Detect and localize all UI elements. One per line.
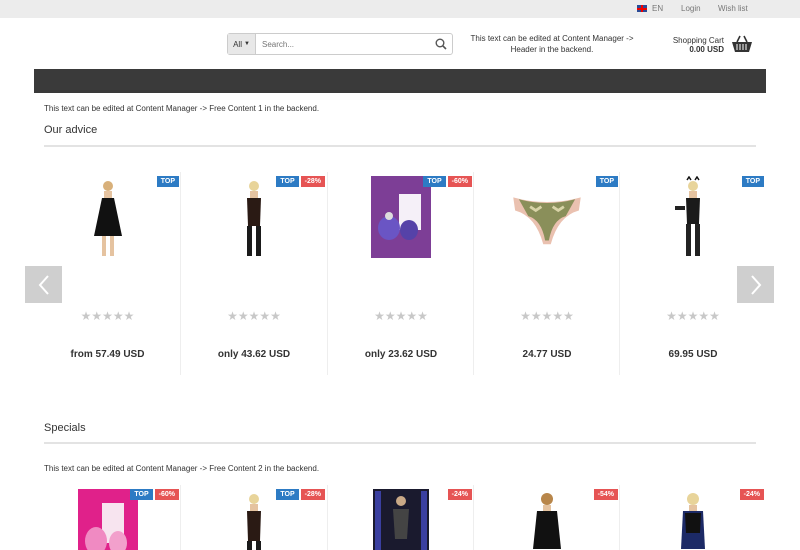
top-badge: TOP: [423, 176, 446, 187]
badge-group: TOP -28%: [276, 176, 325, 187]
discount-badge: -60%: [447, 176, 472, 187]
discount-badge: -54%: [593, 489, 618, 500]
product-image[interactable]: [78, 176, 138, 258]
rating-stars: ★★★★★: [80, 309, 135, 323]
basket-icon[interactable]: [731, 35, 753, 53]
free-content-1: This text can be edited at Content Manag…: [44, 104, 320, 113]
product-card[interactable]: -24%: [619, 485, 766, 550]
search-bar: All ▼: [227, 33, 453, 55]
badge-group: TOP: [595, 176, 618, 187]
product-image[interactable]: [663, 489, 723, 550]
product-price: 24.77 USD: [522, 349, 572, 360]
product-price: only 43.62 USD: [217, 349, 291, 360]
badge-group: -24%: [447, 489, 472, 500]
product-card[interactable]: TOP -28% ★★★★★ only 43.62 USD: [180, 172, 327, 375]
search-icon: [435, 38, 447, 50]
product-card[interactable]: TOP -28%: [180, 485, 327, 550]
discount-badge: -60%: [154, 489, 179, 500]
product-card[interactable]: TOP ★★★★★ from 57.49 USD: [34, 172, 181, 375]
main-navbar[interactable]: [34, 69, 766, 93]
top-badge: TOP: [741, 176, 764, 187]
top-badge: TOP: [130, 489, 153, 500]
product-image[interactable]: [371, 489, 431, 550]
language-selector[interactable]: EN: [637, 4, 663, 13]
product-image[interactable]: [77, 489, 138, 550]
specials-section-title: Specials: [44, 422, 86, 434]
cart-label: Shopping Cart: [672, 36, 724, 45]
uk-flag-icon: [637, 5, 647, 12]
badge-group: TOP -60%: [130, 489, 179, 500]
search-input[interactable]: [256, 34, 430, 54]
caret-down-icon: ▼: [243, 41, 250, 47]
product-card[interactable]: TOP ★★★★★ 69.95 USD: [619, 172, 766, 375]
search-category-dropdown[interactable]: All ▼: [228, 34, 256, 54]
product-image[interactable]: [517, 489, 577, 550]
product-image[interactable]: [224, 489, 284, 550]
product-card[interactable]: -24%: [327, 485, 474, 550]
wishlist-link[interactable]: Wish list: [718, 4, 748, 13]
shopping-cart[interactable]: Shopping Cart 0.00 USD: [660, 36, 724, 54]
rating-stars: ★★★★★: [227, 309, 281, 323]
free-content-2: This text can be edited at Content Manag…: [44, 464, 320, 473]
discount-badge: -28%: [300, 176, 325, 187]
rating-stars: ★★★★★: [374, 309, 428, 323]
top-badge: TOP: [156, 176, 179, 187]
badge-group: TOP -60%: [423, 176, 472, 187]
section-divider: [44, 145, 756, 147]
top-badge: TOP: [276, 176, 299, 187]
login-link[interactable]: Login: [681, 4, 701, 13]
top-badge: TOP: [276, 489, 299, 500]
product-price: only 23.62 USD: [364, 349, 438, 360]
product-image[interactable]: [663, 176, 723, 258]
discount-badge: -28%: [300, 489, 325, 500]
top-bar: EN Login Wish list: [0, 0, 800, 18]
cart-value: 0.00 USD: [689, 45, 724, 54]
discount-badge: -24%: [739, 489, 764, 500]
product-image[interactable]: [371, 176, 431, 258]
rating-stars: ★★★★★: [666, 309, 720, 323]
badge-group: TOP: [741, 176, 764, 187]
product-price: from 57.49 USD: [70, 349, 145, 360]
header-content-text: This text can be edited at Content Manag…: [470, 34, 634, 54]
search-button[interactable]: [430, 34, 452, 54]
product-card[interactable]: TOP -60% ★★★★★ only 23.62 USD: [327, 172, 474, 375]
product-card[interactable]: TOP ★★★★★ 24.77 USD: [473, 172, 620, 375]
badge-group: TOP: [156, 176, 179, 187]
discount-badge: -24%: [447, 489, 472, 500]
badge-group: -54%: [593, 489, 618, 500]
badge-group: TOP -28%: [276, 489, 325, 500]
badge-group: -24%: [739, 489, 764, 500]
product-image[interactable]: [224, 176, 284, 258]
rating-stars: ★★★★★: [520, 309, 574, 323]
product-price: 69.95 USD: [668, 349, 718, 360]
product-card[interactable]: TOP -60%: [34, 485, 181, 550]
language-label: EN: [652, 4, 664, 13]
top-badge: TOP: [595, 176, 618, 187]
advice-section-title: Our advice: [44, 124, 98, 136]
section-divider: [44, 442, 756, 444]
search-category-label: All: [233, 39, 242, 49]
product-image[interactable]: [510, 176, 585, 258]
product-card[interactable]: -54%: [473, 485, 620, 550]
